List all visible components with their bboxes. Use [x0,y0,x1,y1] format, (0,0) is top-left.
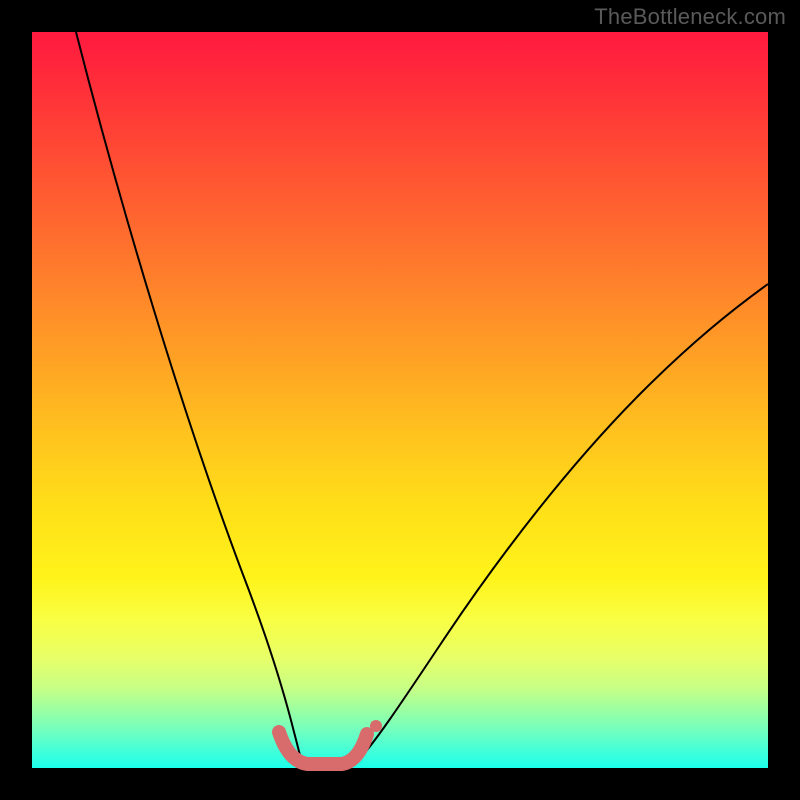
curve-layer [32,32,768,768]
curve-right-branch [358,284,768,760]
chart-frame: TheBottleneck.com [0,0,800,800]
curve-left-branch [76,32,302,762]
plot-area [32,32,768,768]
trough-highlight [279,732,367,764]
highlight-end-dot [370,720,382,732]
watermark-text: TheBottleneck.com [594,4,786,30]
